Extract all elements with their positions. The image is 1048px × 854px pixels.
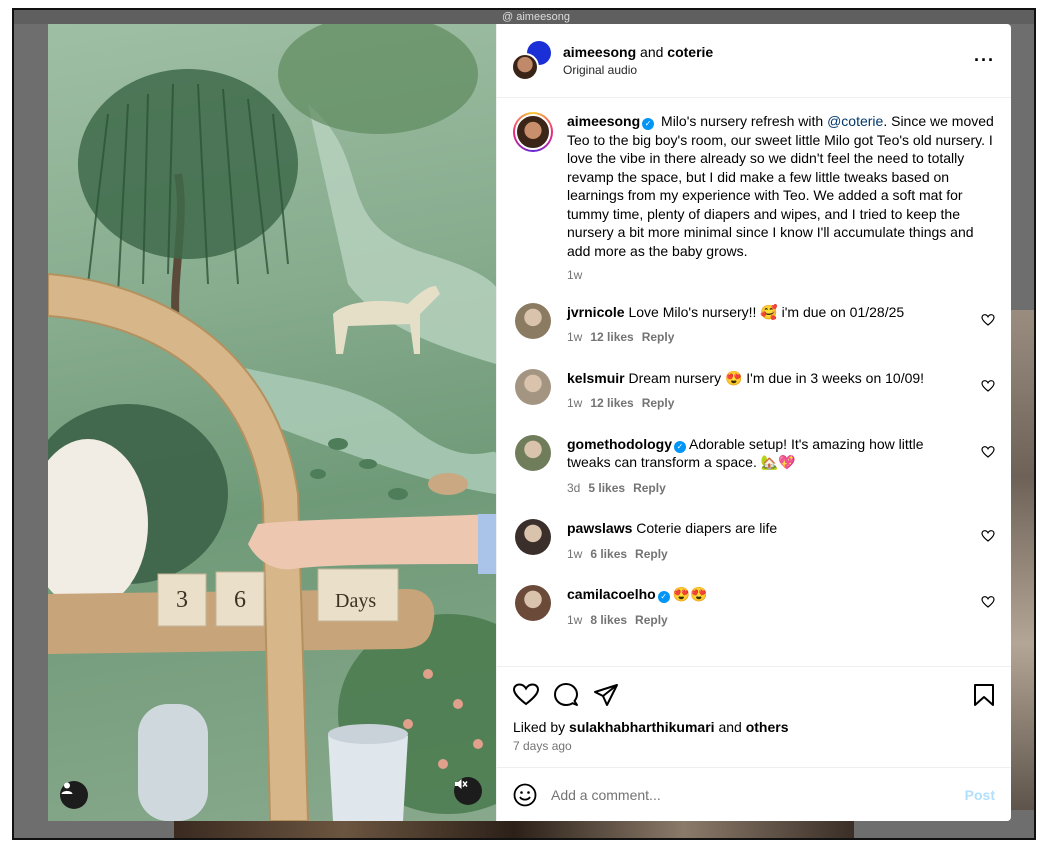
caption-text-before: Milo's nursery refresh with [661,113,828,129]
reply-button[interactable]: Reply [642,396,675,410]
comment-text: Love Milo's nursery!! 🥰 i'm due on 01/28… [628,303,905,320]
liked-joiner: and [718,719,742,735]
caption-avatar [515,114,551,150]
commenter-avatar[interactable] [515,368,551,405]
comment-time[interactable]: 1w [567,547,582,561]
reply-button[interactable]: Reply [635,547,668,561]
comment-likes[interactable]: 6 likes [590,547,627,561]
comment-time[interactable]: 1w [567,613,582,627]
post-button[interactable]: Post [965,787,995,803]
commenter-username[interactable]: jvrnicole [567,304,625,320]
comment-row: kelsmuir Dream nursery 😍 I'm due in 3 we… [513,368,995,413]
commenter-username[interactable]: gomethodology [567,436,672,452]
mute-toggle-button[interactable] [454,777,482,805]
more-horizontal-icon[interactable]: ··· [974,50,995,71]
reply-button[interactable]: Reply [642,330,675,344]
audio-link[interactable]: Original audio [563,63,974,77]
backdrop-top-strip: @ aimeesong [14,10,1034,24]
comment-like-icon[interactable] [981,379,995,393]
caption-username[interactable]: aimeesong [567,113,640,129]
aimeesong-avatar [511,52,539,81]
post-panel: aimeesong and coterie Original audio ···… [496,24,1011,821]
comment-composer: Post [497,767,1011,821]
post-caption: aimeesong ✓ Milo's nursery refresh with @… [513,112,995,285]
bookmark-icon[interactable] [973,683,995,707]
tagged-user-button[interactable] [60,781,88,809]
video-frame-illustration [48,24,496,821]
post-video[interactable]: 3 6 Days [48,24,496,821]
comment-time[interactable]: 1w [567,330,582,344]
comment-text: Dream nursery 😍 I'm due in 3 weeks on 10… [628,369,925,386]
liked-others[interactable]: others [746,719,789,735]
liked-prefix: Liked by [513,719,566,735]
user-icon [61,782,73,794]
comment-input[interactable] [551,786,965,803]
backdrop-handle: @ aimeesong [502,11,571,23]
verified-badge-icon: ✓ [642,118,655,130]
verified-badge-icon: ✓ [657,591,670,603]
post-header: aimeesong and coterie Original audio ··· [497,24,1011,98]
liked-user[interactable]: sulakhabharthikumari [569,719,715,735]
comment-time[interactable]: 3d [567,481,580,495]
comment-row: jvrnicole Love Milo's nursery!! 🥰 i'm du… [513,302,995,347]
comment-like-icon[interactable] [981,445,995,459]
comment-like-icon[interactable] [981,529,995,543]
verified-badge-icon: ✓ [674,440,686,453]
post-modal: 3 6 Days aimeesong and coterie Original … [48,24,1011,821]
header-joiner: and [640,44,664,60]
commenter-username[interactable]: pawslaws [567,520,632,536]
post-date[interactable]: 7 days ago [513,739,995,753]
heart-icon[interactable] [513,683,539,707]
comment-row: camilacoelho ✓ 😍😍 1w 8 likes Reply [513,585,995,629]
comment-text: 😍😍 [672,586,708,602]
commenter-avatar[interactable] [515,302,551,339]
commenter-username[interactable]: camilacoelho [567,586,656,602]
header-user-1[interactable]: aimeesong [563,44,636,60]
commenter-avatar[interactable] [515,434,551,471]
caption-mention[interactable]: @coterie [827,113,883,129]
commenter-avatar[interactable] [515,585,551,621]
speaker-muted-icon [455,779,468,789]
comment-row: gomethodology ✓ Adorable setup! It's amazi… [513,434,995,498]
caption-time[interactable]: 1w [567,268,582,282]
comment-time[interactable]: 1w [567,396,582,410]
caption-avatar-ring[interactable] [513,112,553,152]
reply-button[interactable]: Reply [633,481,666,495]
block-text-1: 3 [176,587,188,613]
caption-text-after: . Since we moved Teo to the big boy's ro… [567,113,994,259]
post-actions: Liked by sulakhabharthikumari and others… [497,666,1011,753]
commenter-avatar[interactable] [515,519,551,555]
block-text-3: Days [335,590,377,612]
comment-likes[interactable]: 5 likes [588,481,625,495]
comment-text: Coterie diapers are life [636,520,778,536]
likes-summary: Liked by sulakhabharthikumari and others [513,719,995,735]
comment-row: pawslaws Coterie diapers are life 1w 6 lik… [513,519,995,563]
emoji-icon[interactable] [513,783,537,807]
comment-likes[interactable]: 8 likes [590,613,627,627]
block-text-2: 6 [234,587,246,613]
comments-list[interactable]: aimeesong ✓ Milo's nursery refresh with @… [497,98,1011,666]
collab-avatars[interactable] [511,40,551,81]
commenter-username[interactable]: kelsmuir [567,370,625,386]
browser-backdrop: @ aimeesong 3 6 Days aimeesong and coter… [12,8,1036,840]
comment-likes[interactable]: 12 likes [590,330,633,344]
comment-like-icon[interactable] [981,595,995,609]
comment-like-icon[interactable] [981,313,995,327]
backdrop-bottom-image [174,820,854,838]
comment-likes[interactable]: 12 likes [590,396,633,410]
share-icon[interactable] [593,683,619,707]
reply-button[interactable]: Reply [635,613,668,627]
comment-icon[interactable] [553,682,579,708]
header-user-2[interactable]: coterie [667,44,713,60]
